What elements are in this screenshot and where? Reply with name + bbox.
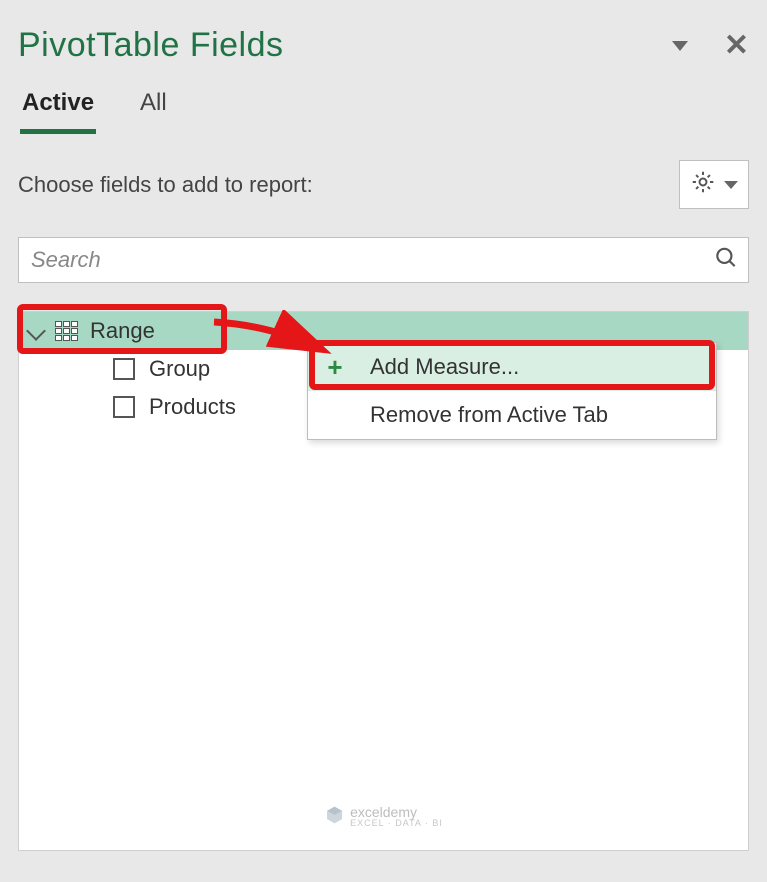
collapse-icon[interactable] [26,321,46,341]
menu-item-remove-from-active-tab[interactable]: Remove from Active Tab [308,391,716,439]
search-wrap [18,237,749,283]
watermark: exceldemy EXCEL · DATA · BI [324,805,443,828]
search-icon[interactable] [713,245,739,276]
tabs: Active All [18,83,749,134]
pivottable-fields-pane: PivotTable Fields ✕ Active All Choose fi… [18,20,749,864]
field-list[interactable]: Range Group Products + Add Measure... Re… [18,311,749,851]
field-list-tools-button[interactable] [679,160,749,209]
pane-title: PivotTable Fields [18,26,284,65]
instruction-text: Choose fields to add to report: [18,172,313,198]
field-item-label: Products [149,394,236,420]
tab-all[interactable]: All [138,83,169,134]
pane-header: PivotTable Fields ✕ [18,20,749,83]
field-table-label: Range [90,318,155,344]
watermark-logo-icon [324,805,344,828]
instruction-row: Choose fields to add to report: [18,160,749,209]
menu-item-label: Add Measure... [370,354,519,380]
checkbox-group[interactable] [113,358,135,380]
close-icon[interactable]: ✕ [724,31,749,61]
tab-active[interactable]: Active [20,83,96,134]
menu-item-label: Remove from Active Tab [370,402,608,428]
pane-options-dropdown-icon[interactable] [672,41,688,51]
context-menu: + Add Measure... Remove from Active Tab [307,342,717,440]
menu-item-add-measure[interactable]: + Add Measure... [308,343,716,391]
checkbox-products[interactable] [113,396,135,418]
watermark-tagline: EXCEL · DATA · BI [350,819,443,828]
header-controls: ✕ [672,31,749,61]
chevron-down-icon [724,181,738,189]
field-item-label: Group [149,356,210,382]
watermark-name: exceldemy [350,805,443,819]
plus-icon: + [320,354,350,380]
search-input[interactable] [18,237,749,283]
gear-icon [690,169,716,200]
table-icon [55,321,78,341]
